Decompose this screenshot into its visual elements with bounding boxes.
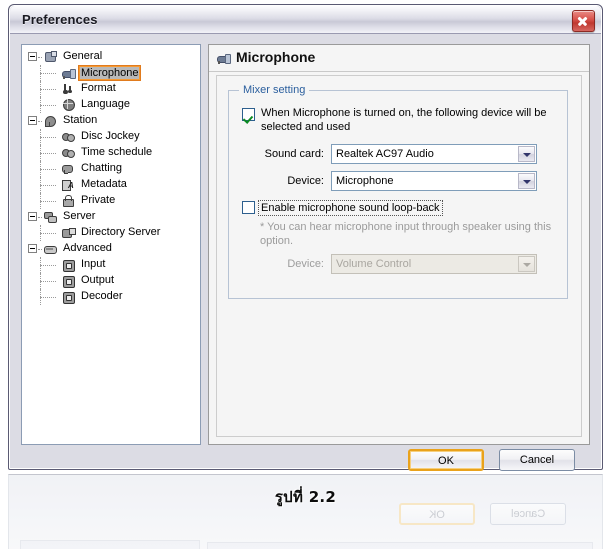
device-value: Microphone	[336, 175, 394, 187]
loopback-device-value: Volume Control	[336, 258, 412, 270]
private-lock-icon	[60, 193, 76, 209]
tree-item-label: Directory Server	[81, 226, 161, 238]
loopback-device-select: Volume Control	[331, 254, 537, 274]
tree-item-label: Advanced	[63, 242, 112, 254]
settings-detail-pane: Microphone Mixer setting When Microphone…	[208, 44, 590, 445]
metadata-icon: A	[60, 177, 76, 193]
group-legend: Mixer setting	[239, 84, 310, 96]
directory-server-icon	[60, 225, 76, 241]
tree-item-time-schedule[interactable]: Time schedule	[22, 145, 200, 161]
close-icon[interactable]	[572, 10, 595, 32]
tree-item-label: Server	[63, 210, 96, 222]
page-title: Microphone	[236, 49, 316, 65]
pane-body: Mixer setting When Microphone is turned …	[216, 75, 582, 437]
decoder-box-icon	[60, 289, 76, 305]
tree-item-label: Station	[63, 114, 98, 126]
time-schedule-icon	[60, 145, 76, 161]
tree-item-label: Microphone	[78, 65, 142, 81]
tree-item-output[interactable]: Output	[22, 273, 200, 289]
settings-tree[interactable]: General Microphone Format Language Station Di…	[21, 44, 201, 445]
tree-item-label: Format	[81, 82, 116, 94]
tree-item-label: Decoder	[81, 290, 123, 302]
tree-item-language[interactable]: Language	[22, 97, 200, 113]
chevron-down-icon	[518, 256, 535, 272]
input-box-icon	[60, 257, 76, 273]
loopback-device-label: Device:	[287, 258, 324, 270]
tree-item-label: Private	[81, 194, 116, 206]
cancel-button[interactable]: Cancel	[499, 449, 575, 471]
tree-item-server[interactable]: Server	[22, 209, 200, 225]
device-label: Device:	[287, 175, 324, 187]
reflected-detail-pane	[207, 542, 593, 549]
tree-item-decoder[interactable]: Decoder	[22, 289, 200, 305]
format-note-icon	[60, 81, 76, 97]
chevron-down-icon[interactable]	[518, 173, 535, 189]
tree-item-station[interactable]: Station	[22, 113, 200, 129]
station-dish-icon	[42, 113, 58, 129]
tree-expander-icon[interactable]	[28, 212, 37, 221]
enable-device-checkbox-label: When Microphone is turned on, the follow…	[261, 107, 547, 133]
microphone-icon	[215, 50, 231, 66]
sound-card-value: Realtek AC97 Audio	[336, 148, 434, 160]
language-globe-icon	[60, 97, 76, 113]
microphone-icon	[60, 65, 76, 81]
chevron-down-icon[interactable]	[518, 146, 535, 162]
tree-item-label: Time schedule	[81, 146, 153, 158]
tree-item-microphone[interactable]: Microphone	[22, 65, 200, 81]
sound-card-select[interactable]: Realtek AC97 Audio	[331, 144, 537, 164]
general-icon	[42, 49, 58, 65]
chatting-icon	[60, 161, 76, 177]
tree-item-disc-jockey[interactable]: Disc Jockey	[22, 129, 200, 145]
tree-item-general[interactable]: General	[22, 49, 200, 65]
tree-item-input[interactable]: Input	[22, 257, 200, 273]
window-title: Preferences	[22, 12, 98, 27]
tree-item-directory-server[interactable]: Directory Server	[22, 225, 200, 241]
tree-item-label: Output	[81, 274, 115, 286]
tree-item-label: Disc Jockey	[81, 130, 140, 142]
tree-item-label: Language	[81, 98, 130, 110]
preferences-dialog: Preferences General Microphone Format Langu…	[8, 4, 603, 471]
tree-item-format[interactable]: Format	[22, 81, 200, 97]
title-bar: Preferences	[10, 6, 601, 34]
loopback-checkbox-label: Enable microphone sound loop-back	[258, 200, 443, 216]
device-select[interactable]: Microphone	[331, 171, 537, 191]
tree-item-metadata[interactable]: A Metadata	[22, 177, 200, 193]
reflected-tree-pane	[20, 540, 200, 549]
tree-item-label: General	[63, 50, 103, 62]
page-root: Preferences General Microphone Format Langu…	[0, 0, 611, 549]
tree-expander-icon[interactable]	[28, 116, 37, 125]
figure-caption: รูปที่ 2.2	[274, 488, 337, 506]
tree-item-advanced[interactable]: Advanced	[22, 241, 200, 257]
pane-header: Microphone	[209, 45, 589, 72]
tree-item-label: Chatting	[81, 162, 122, 174]
tree-expander-icon[interactable]	[28, 52, 37, 61]
enable-device-checkbox[interactable]	[242, 108, 255, 121]
ok-button[interactable]: OK	[408, 449, 484, 471]
advanced-icon	[42, 241, 58, 257]
loopback-checkbox[interactable]	[242, 201, 255, 214]
loopback-hint: * You can hear microphone input through …	[260, 221, 552, 247]
tree-item-label: Input	[81, 258, 106, 270]
server-icon	[42, 209, 58, 225]
tree-item-private[interactable]: Private	[22, 193, 200, 209]
sound-card-label: Sound card:	[264, 148, 324, 160]
dialog-client-area: General Microphone Format Language Station Di…	[10, 34, 601, 471]
tree-expander-icon[interactable]	[28, 244, 37, 253]
tree-item-chatting[interactable]: Chatting	[22, 161, 200, 177]
mixer-setting-group: Mixer setting When Microphone is turned …	[228, 84, 568, 299]
disc-jockey-icon	[60, 129, 76, 145]
tree-item-label: Metadata	[81, 178, 127, 190]
output-box-icon	[60, 273, 76, 289]
tree-rows: General Microphone Format Language Station Di…	[22, 49, 200, 305]
